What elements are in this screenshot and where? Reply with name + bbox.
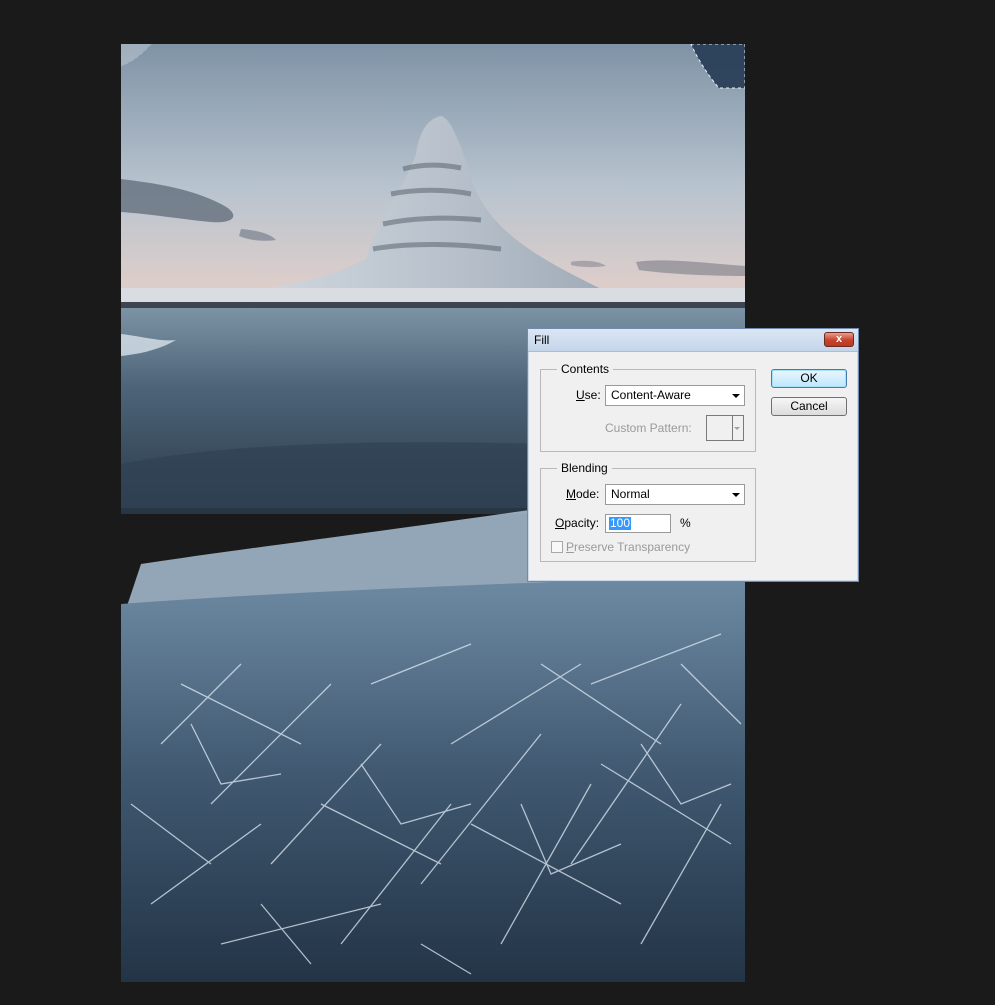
opacity-unit: % <box>680 516 691 530</box>
close-icon: x <box>835 333 843 345</box>
ok-button[interactable]: OK <box>771 369 847 388</box>
opacity-value: 100 <box>609 516 632 530</box>
mode-select-value: Normal <box>611 487 650 501</box>
custom-pattern-label: Custom Pattern: <box>605 421 692 435</box>
chevron-down-icon <box>732 493 740 497</box>
preserve-transparency-label: Preserve Transparency <box>566 540 691 554</box>
preserve-transparency-checkbox[interactable] <box>551 541 563 553</box>
opacity-label: Opacity: <box>555 516 600 530</box>
chevron-down-icon <box>734 427 740 430</box>
close-button[interactable]: x <box>824 332 854 347</box>
opacity-input[interactable]: 100 <box>605 514 671 533</box>
dialog-titlebar[interactable]: Fill x <box>528 329 858 352</box>
selection-marquee <box>121 44 745 89</box>
use-select[interactable]: Content-Aware <box>605 385 745 406</box>
mode-label: Mode: <box>566 487 600 501</box>
blending-group: Blending Mode: Normal Opacity: 100 % Pre… <box>540 461 756 562</box>
use-select-value: Content-Aware <box>611 388 691 402</box>
mode-select[interactable]: Normal <box>605 484 745 505</box>
contents-group-label: Contents <box>557 362 614 376</box>
chevron-down-icon <box>732 394 740 398</box>
dialog-title: Fill <box>534 333 550 347</box>
pattern-picker-divider <box>732 416 733 440</box>
fill-dialog: Fill x Contents Use: Content-Aware Custo… <box>527 328 859 582</box>
use-label: Use: <box>576 388 601 402</box>
custom-pattern-picker[interactable] <box>706 415 744 441</box>
cancel-button[interactable]: Cancel <box>771 397 847 416</box>
contents-group: Contents Use: Content-Aware Custom Patte… <box>540 362 756 452</box>
blending-group-label: Blending <box>557 461 612 475</box>
